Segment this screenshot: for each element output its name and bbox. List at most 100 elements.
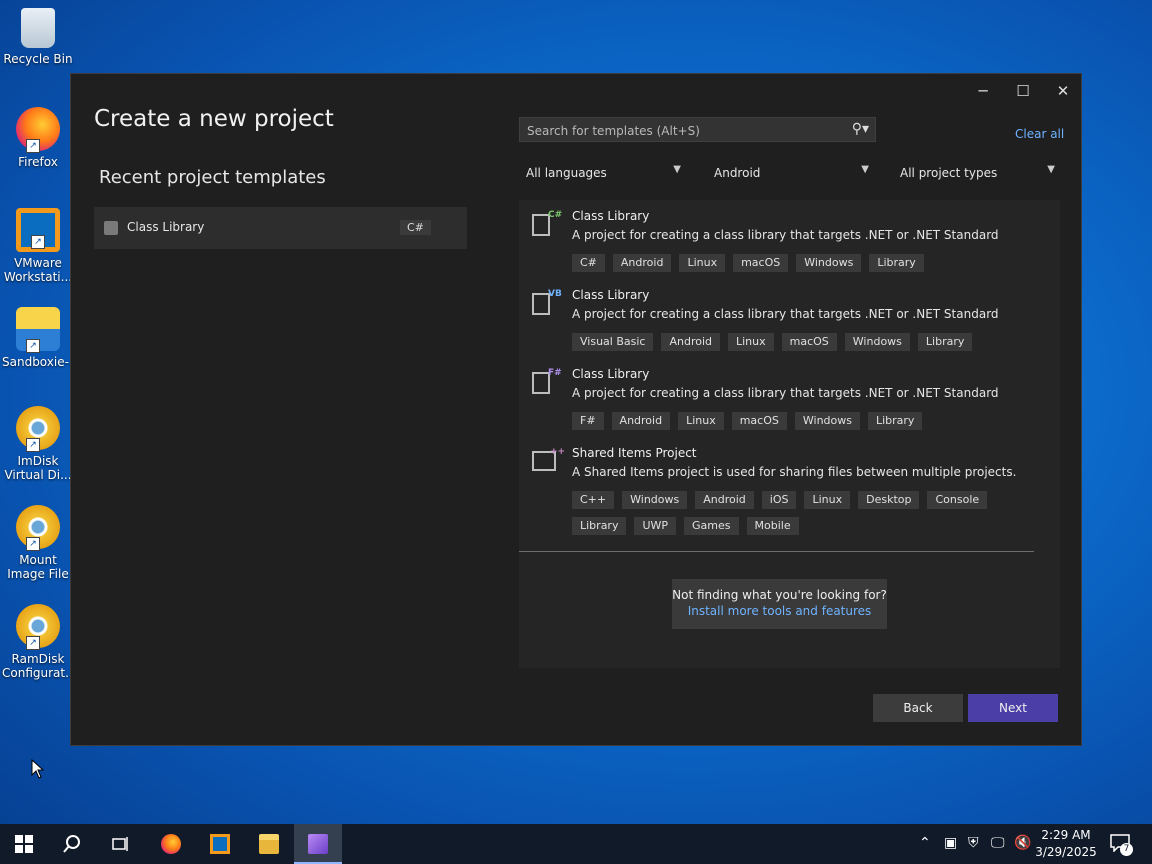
template-list: C# Class Library A project for creating … [519,200,1060,668]
project-type-filter-value: All project types [900,166,998,180]
template-tags: F# Android Linux macOS Windows Library [572,409,1042,435]
template-description: A project for creating a class library t… [572,307,999,321]
list-divider [519,551,1034,552]
visual-studio-icon [308,834,328,854]
close-button[interactable]: ✕ [1043,78,1083,104]
template-name: Class Library [572,209,650,223]
install-more-tools-link[interactable]: Install more tools and features [672,604,887,618]
clock[interactable]: 2:29 AM 3/29/2025 [1030,827,1102,861]
tag: Android [661,333,720,351]
tag: Linux [804,491,851,509]
search-icon[interactable]: ⚲▾ [852,121,869,137]
template-item[interactable]: VB Class Library A project for creating … [519,279,1060,358]
firefox-icon [161,834,181,854]
vmware-icon [210,834,230,854]
desktop-icon-label: Recycle Bin [3,52,73,66]
desktop-imdisk[interactable]: ↗ ImDisk Virtual Di... [2,406,74,482]
template-description: A project for creating a class library t… [572,386,999,400]
page-title: Create a new project [94,106,334,132]
network-icon[interactable]: 🖵 [991,835,1005,851]
desktop-ramdisk[interactable]: ↗ RamDisk Configurat... [2,604,77,680]
taskbar-visual-studio[interactable] [294,824,342,864]
folder-icon [259,834,279,854]
tag: F# [572,412,604,430]
help-text: Not finding what you're looking for? [672,588,887,602]
back-button[interactable]: Back [873,694,963,722]
security-icon[interactable]: ⛨ [968,835,979,851]
chevron-up-icon[interactable]: ⌃ [919,835,931,851]
clear-all-link[interactable]: Clear all [1015,127,1064,141]
recent-template-item[interactable]: Class Library C# [94,207,467,249]
taskbar-firefox[interactable] [147,824,195,864]
desktop-firefox[interactable]: ↗ Firefox [2,107,74,169]
start-button[interactable] [0,824,48,864]
recent-templates-heading: Recent project templates [99,167,326,188]
template-search[interactable]: ⚲▾ [519,117,876,142]
clock-date: 3/29/2025 [1035,845,1097,859]
chevron-down-icon: ▼ [673,164,681,175]
template-item[interactable]: C# Class Library A project for creating … [519,200,1060,279]
minimize-button[interactable]: ─ [963,78,1003,104]
tag: Library [572,517,627,535]
sandboxie-icon: ↗ [16,307,60,353]
tag: iOS [761,491,797,509]
platform-filter-value: Android [714,166,761,180]
meet-now-icon[interactable]: ▣ [944,835,957,851]
recent-template-label: Class Library [127,220,205,234]
ramdisk-icon: ↗ [16,604,60,650]
search-input[interactable] [525,121,839,140]
shortcut-arrow-icon: ↗ [31,235,45,249]
task-view-button[interactable] [96,824,144,864]
template-name: Class Library [572,288,650,302]
chevron-down-icon: ▼ [1047,164,1055,175]
class-library-vb-icon: VB [532,289,562,317]
shortcut-arrow-icon: ↗ [26,636,40,650]
clock-time: 2:29 AM [1041,828,1091,842]
shortcut-arrow-icon: ↗ [26,438,40,452]
help-box: Not finding what you're looking for? Ins… [672,579,887,629]
class-library-icon [104,221,118,235]
desktop-sandboxie[interactable]: ↗ Sandboxie-... [2,307,81,369]
desktop-icon-label: VMware Workstati... [3,256,73,284]
taskbar-file-explorer[interactable] [245,824,293,864]
desktop-vmware[interactable]: ↗ VMware Workstati... [2,208,74,284]
next-button[interactable]: Next [968,694,1058,722]
tag: UWP [634,517,677,535]
tag: macOS [731,412,787,430]
shortcut-arrow-icon: ↗ [26,339,40,353]
desktop-icon-label: RamDisk Configurat... [2,652,77,680]
search-button[interactable] [48,824,96,864]
notifications-button[interactable]: 7 [1108,832,1134,856]
mount-image-icon: ↗ [16,505,60,551]
template-item[interactable]: F# Class Library A project for creating … [519,358,1060,437]
platform-filter-dropdown[interactable]: Android ▼ [714,162,869,188]
imdisk-icon: ↗ [16,406,60,452]
task-view-icon [112,837,128,851]
tag: C# [572,254,605,272]
tag: Windows [794,412,860,430]
tag: Windows [622,491,688,509]
tag: Linux [728,333,774,351]
language-filter-dropdown[interactable]: All languages ▼ [526,162,681,188]
volume-muted-icon[interactable]: 🔇 [1014,835,1031,851]
desktop-mount-image[interactable]: ↗ Mount Image File [2,505,74,581]
desktop-icon-label: Firefox [18,155,58,169]
tag: Console [927,491,988,509]
template-item[interactable]: ++ Shared Items Project A Shared Items p… [519,437,1060,537]
project-type-filter-dropdown[interactable]: All project types ▼ [900,162,1055,188]
tag: Windows [844,333,910,351]
tag: Library [867,412,923,430]
language-filter-value: All languages [526,166,607,180]
shortcut-arrow-icon: ↗ [26,139,40,153]
tag: Library [869,254,924,272]
taskbar-vmware[interactable] [196,824,244,864]
desktop-icon-label: Sandboxie-... [2,355,81,369]
chevron-down-icon: ▼ [861,164,869,175]
maximize-button[interactable]: ☐ [1003,78,1043,104]
desktop-recycle-bin[interactable]: Recycle Bin [2,8,74,66]
class-library-csharp-icon: C# [532,210,562,238]
tag: Linux [678,412,724,430]
template-tags: C# Android Linux macOS Windows Library [572,251,1042,277]
language-tag: C# [400,220,431,235]
taskbar: ⌃ ▣ ⛨ 🖵 🔇 2:29 AM 3/29/2025 7 [0,824,1152,864]
